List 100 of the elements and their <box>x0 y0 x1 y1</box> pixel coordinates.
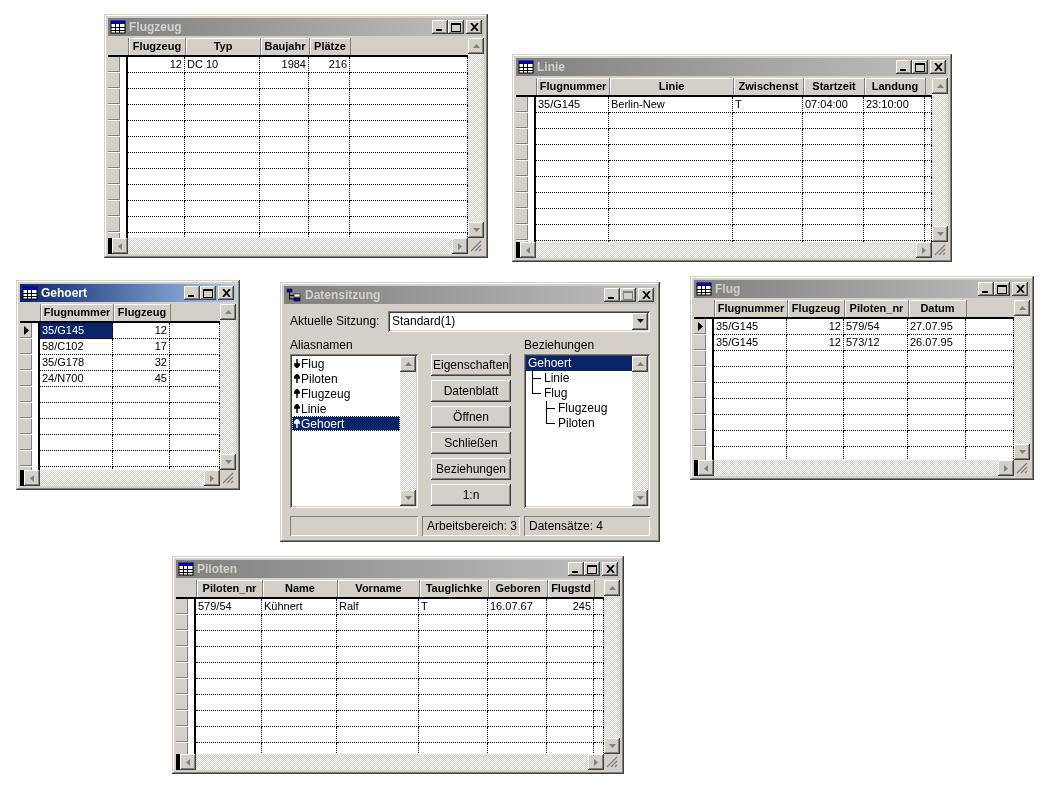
minimize-button[interactable] <box>604 288 620 302</box>
dialog-button[interactable]: Beziehungen <box>431 458 511 480</box>
tree-item[interactable]: Flugzeug <box>556 401 610 416</box>
column-header[interactable]: Vorname <box>338 580 420 597</box>
column-header[interactable]: Name <box>263 580 338 597</box>
horizontal-scrollbar[interactable] <box>698 460 1014 476</box>
dialog-button[interactable]: 1:n <box>431 484 511 506</box>
minimize-button[interactable] <box>432 20 448 34</box>
scroll-up-button[interactable] <box>1014 300 1030 316</box>
scroll-up-button[interactable] <box>468 38 484 54</box>
scroll-up-button[interactable] <box>400 356 416 372</box>
minimize-button[interactable] <box>184 286 200 300</box>
scroll-down-button[interactable] <box>400 490 416 506</box>
scroll-up-button[interactable] <box>632 356 648 372</box>
column-header[interactable]: Flugnummer <box>537 78 610 95</box>
scroll-down-button[interactable] <box>220 454 236 470</box>
dialog-button[interactable]: Schließen <box>431 432 511 454</box>
column-header[interactable]: Tauglichke <box>420 580 489 597</box>
dropdown-button[interactable] <box>632 312 648 330</box>
alias-item[interactable]: Linie <box>292 401 400 416</box>
alias-item[interactable]: Flugzeug <box>292 386 400 401</box>
horizontal-scrollbar[interactable] <box>112 238 468 254</box>
scroll-down-button[interactable] <box>632 490 648 506</box>
resize-grip-icon[interactable] <box>470 240 482 252</box>
scroll-up-button[interactable] <box>604 580 620 596</box>
close-button[interactable] <box>218 286 234 300</box>
column-header[interactable]: Baujahr <box>261 38 310 55</box>
close-button[interactable] <box>466 20 482 34</box>
column-header[interactable]: Flugstd <box>548 580 595 597</box>
tree-item[interactable]: Gehoert <box>526 356 632 371</box>
horizontal-scrollbar[interactable] <box>24 470 220 486</box>
column-header[interactable]: Plätze <box>310 38 351 55</box>
resize-grip-icon[interactable] <box>606 756 618 768</box>
horizontal-scrollbar[interactable] <box>520 242 932 258</box>
scroll-left-button[interactable] <box>698 460 714 476</box>
tree-item[interactable]: Flug <box>542 386 570 401</box>
maximize-button[interactable] <box>584 562 600 576</box>
dialog-button[interactable]: Öffnen <box>431 406 511 428</box>
scroll-right-button[interactable] <box>204 470 220 486</box>
select-all-corner[interactable] <box>108 38 129 55</box>
dialog-button[interactable]: Eigenschaften <box>431 354 511 376</box>
scroll-up-button[interactable] <box>220 304 236 320</box>
resize-grip-icon[interactable] <box>934 244 946 256</box>
scroll-up-button[interactable] <box>932 78 948 94</box>
close-button[interactable] <box>930 60 946 74</box>
vertical-scrollbar[interactable] <box>400 356 416 506</box>
vertical-scrollbar[interactable] <box>932 78 948 242</box>
close-button[interactable] <box>1012 282 1028 296</box>
column-header[interactable]: Typ <box>186 38 261 55</box>
column-header[interactable]: Startzeit <box>804 78 865 95</box>
alias-item[interactable]: Piloten <box>292 371 400 386</box>
minimize-button[interactable] <box>568 562 584 576</box>
tree-item[interactable]: Piloten <box>556 416 597 431</box>
column-header[interactable]: Geboren <box>489 580 548 597</box>
scroll-left-button[interactable] <box>180 754 196 770</box>
close-button[interactable] <box>602 562 618 576</box>
scroll-down-button[interactable] <box>1014 444 1030 460</box>
tree-item[interactable]: Linie <box>542 371 572 386</box>
row-selector[interactable] <box>694 319 706 335</box>
scroll-left-button[interactable] <box>24 470 40 486</box>
dialog-button[interactable]: Datenblatt <box>431 380 511 402</box>
column-header[interactable]: Flugzeug <box>788 300 845 317</box>
column-header[interactable]: Zwischenst <box>734 78 804 95</box>
column-header[interactable]: Landung <box>865 78 926 95</box>
column-header[interactable]: Flugzeug <box>129 38 186 55</box>
vertical-scrollbar[interactable] <box>604 580 620 754</box>
scroll-right-button[interactable] <box>588 754 604 770</box>
select-all-corner[interactable] <box>516 78 537 95</box>
row-selector[interactable] <box>20 323 32 339</box>
minimize-button[interactable] <box>896 60 912 74</box>
column-header[interactable]: Flugnummer <box>41 304 114 321</box>
vertical-scrollbar[interactable] <box>632 356 648 506</box>
maximize-button[interactable] <box>200 286 216 300</box>
scroll-right-button[interactable] <box>998 460 1014 476</box>
resize-grip-icon[interactable] <box>1016 462 1028 474</box>
alias-item[interactable]: Flug <box>292 356 400 371</box>
scroll-down-button[interactable] <box>932 226 948 242</box>
scroll-left-button[interactable] <box>520 242 536 258</box>
scroll-down-button[interactable] <box>468 222 484 238</box>
column-header[interactable]: Datum <box>909 300 967 317</box>
minimize-button[interactable] <box>978 282 994 296</box>
maximize-button[interactable] <box>448 20 464 34</box>
select-all-corner[interactable] <box>176 580 197 597</box>
column-header[interactable]: Piloten_nr <box>845 300 909 317</box>
maximize-button[interactable] <box>912 60 928 74</box>
column-header[interactable]: Piloten_nr <box>197 580 263 597</box>
vertical-scrollbar[interactable] <box>468 38 484 238</box>
column-header[interactable]: Linie <box>610 78 734 95</box>
horizontal-scrollbar[interactable] <box>180 754 604 770</box>
vertical-scrollbar[interactable] <box>220 304 236 470</box>
close-button[interactable] <box>638 288 654 302</box>
scroll-down-button[interactable] <box>604 738 620 754</box>
resize-grip-icon[interactable] <box>222 472 234 484</box>
scroll-right-button[interactable] <box>452 238 468 254</box>
vertical-scrollbar[interactable] <box>1014 300 1030 460</box>
session-dropdown[interactable]: Standard(1) <box>388 310 650 332</box>
alias-item[interactable]: Gehoert <box>292 416 400 431</box>
column-header[interactable]: Flugnummer <box>715 300 788 317</box>
maximize-button[interactable] <box>994 282 1010 296</box>
scroll-right-button[interactable] <box>916 242 932 258</box>
